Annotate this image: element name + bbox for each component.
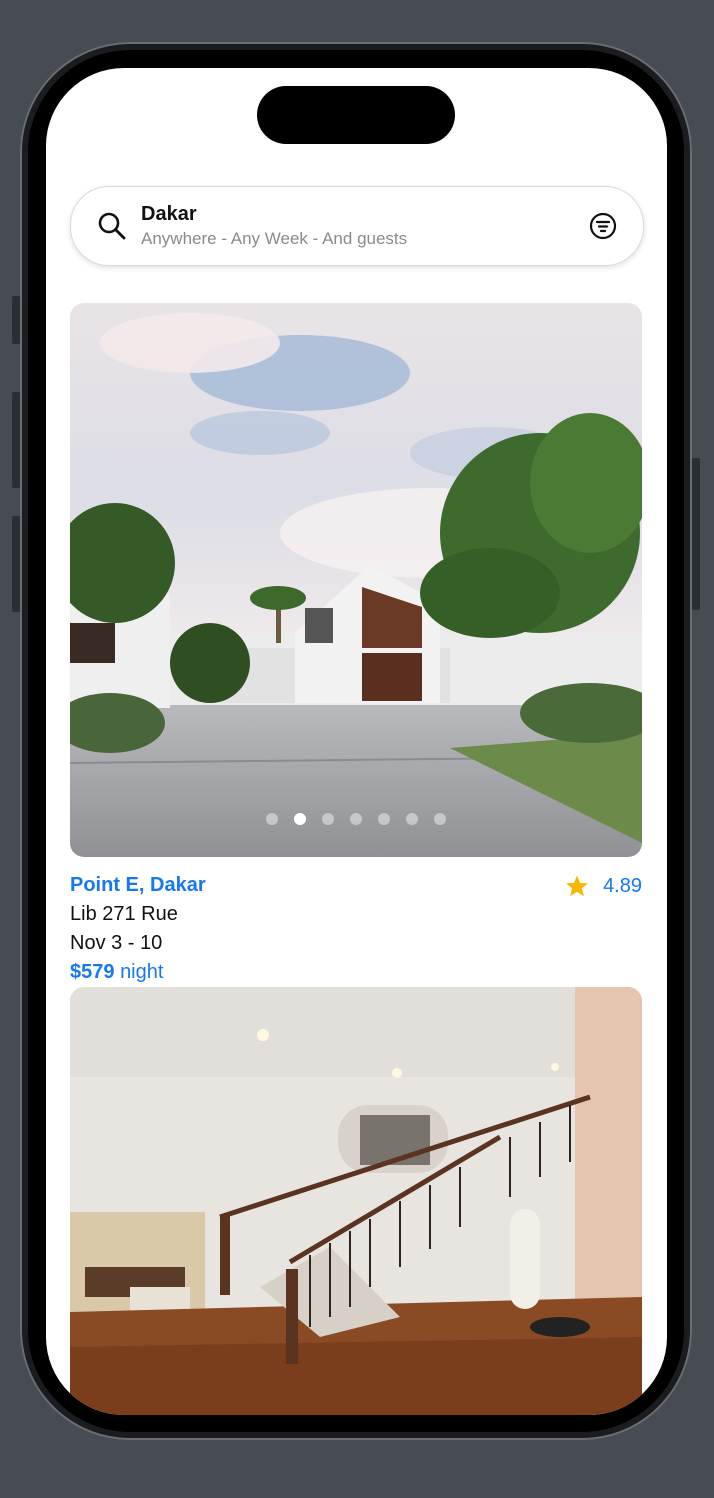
search-icon [98,212,126,240]
listing-photo-interior[interactable] [70,987,642,1415]
pager-dot[interactable] [378,813,390,825]
volume-down-button [12,516,20,612]
price-unit: night [120,961,164,983]
villa-image [70,303,642,857]
volume-up-button [12,392,20,488]
listing-dates: Nov 3 - 10 [70,932,163,954]
power-button [692,458,700,610]
pager-dot[interactable] [350,813,362,825]
pager-dot-active[interactable] [294,813,306,825]
pager-dot[interactable] [434,813,446,825]
pager-dot[interactable] [266,813,278,825]
screen: Dakar Anywhere - Any Week - And guests P… [46,68,667,1415]
listing-photo-villa[interactable] [70,303,642,857]
device-frame: Dakar Anywhere - Any Week - And guests P… [0,0,714,1498]
listing-price: $579 night [70,961,163,984]
photo-pager-dots[interactable] [70,813,642,825]
silent-switch [12,296,20,344]
search-bar[interactable]: Dakar Anywhere - Any Week - And guests [70,186,644,266]
interior-image [70,987,642,1415]
listing-rating: 4.89 [565,874,642,898]
price-amount: $579 [70,961,115,983]
search-subtitle: Anywhere - Any Week - And guests [141,229,408,248]
listing-address: Lib 271 Rue [70,903,178,925]
pager-dot[interactable] [406,813,418,825]
dynamic-island [257,86,455,144]
listing-title[interactable]: Point E, Dakar [70,874,206,897]
pager-dot[interactable] [322,813,334,825]
star-icon [566,875,589,897]
search-location: Dakar [141,203,197,225]
filter-icon[interactable] [589,212,617,240]
rating-value: 4.89 [603,874,642,897]
